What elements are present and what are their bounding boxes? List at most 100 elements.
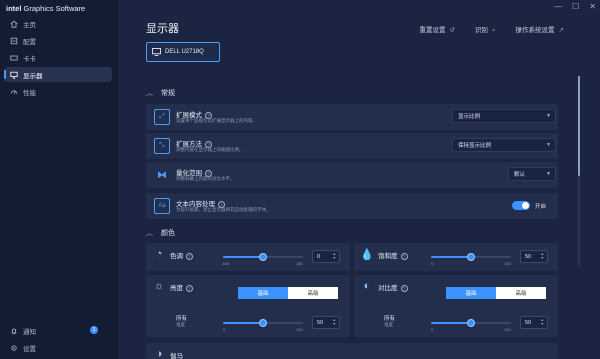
os-settings-button[interactable]: 操作系统设置 ↗ <box>516 24 564 35</box>
header-actions: 重置设置 ↺ 识别 ⌕ 操作系统设置 ↗ <box>419 24 564 35</box>
monitor-icon <box>10 71 18 79</box>
help-icon[interactable]: ? <box>400 252 408 260</box>
help-icon[interactable]: ? <box>400 284 408 292</box>
notification-badge: 1 <box>90 326 98 334</box>
hue-icon: ◔ <box>155 248 163 260</box>
app-brand: intel Graphics Software <box>6 4 85 13</box>
stepper-icon[interactable]: ▲ ▼ <box>333 252 336 260</box>
slider-min: 0 <box>223 327 226 332</box>
identify-button[interactable]: 识别 ⌕ <box>475 24 496 35</box>
saturation-icon: 💧 <box>360 248 374 261</box>
chevron-up-icon: ︿ <box>146 90 153 97</box>
bell-icon <box>11 328 17 334</box>
card-title: 对比度? <box>378 282 408 292</box>
section-color-header[interactable]: ︿ 颜色 <box>146 228 175 238</box>
sidebar-item-profile[interactable]: 配置 <box>4 33 112 48</box>
contrast-mode-segment: 基础 高级 <box>446 287 546 299</box>
performance-icon <box>10 89 18 94</box>
select-value: 保持显示比例 <box>458 143 492 149</box>
slider-fill <box>431 322 471 324</box>
contrast-value-input[interactable]: 50 ▲ ▼ <box>520 316 548 329</box>
card-title: 伽马 <box>170 353 183 359</box>
slider-thumb[interactable] <box>259 319 267 327</box>
slider-max: 100 <box>504 327 511 332</box>
input-value: 50 <box>525 319 532 326</box>
brightness-slider[interactable] <box>223 319 303 327</box>
sidebar-item-label: 通知 <box>23 328 36 336</box>
contrast-basic-tab[interactable]: 基础 <box>446 287 496 299</box>
brightness-value-input[interactable]: 50 ▲ ▼ <box>312 316 340 329</box>
contrast-icon: ◐ <box>363 280 371 292</box>
toggle-state: 开启 <box>534 203 546 210</box>
gear-icon <box>11 344 17 351</box>
scale-mode-select[interactable]: 显示比例 ▼ <box>452 109 556 123</box>
sidebar-item-settings[interactable]: 设置 <box>4 340 112 355</box>
scale-method-icon: ⤡ <box>154 138 170 154</box>
help-icon[interactable]: ? <box>186 252 193 260</box>
brand-name: Graphics Software <box>21 4 86 13</box>
contrast-slider[interactable] <box>431 319 511 327</box>
slider-thumb[interactable] <box>467 319 475 327</box>
hue-value-input[interactable]: 0 ▲ ▼ <box>312 250 340 263</box>
contrast-advanced-tab[interactable]: 高级 <box>496 287 546 299</box>
help-icon[interactable]: ? <box>186 284 193 292</box>
brightness-advanced-tab[interactable]: 高级 <box>288 287 338 299</box>
sidebar-item-notifications[interactable]: 通知 1 <box>4 323 112 338</box>
identify-label: 识别 <box>474 27 488 34</box>
stepper-icon[interactable]: ▲ ▼ <box>541 318 544 326</box>
monitor-select-tile[interactable]: DELL U2718Q <box>146 42 220 62</box>
setting-row-scale-mode: ⤢ 扩展模式? 设置将个监视可以扩展显示器上的内容。 显示比例 ▼ <box>146 104 558 130</box>
main-panel: — ☐ ✕ 显示器 重置设置 ↺ 识别 ⌕ 操作系统设置 ↗ DELL U2718Q … <box>118 0 600 359</box>
setting-row-text-processing: Aa 文本内容处理? 为提升质量，禁止显示器将其自动处理的字体。 开启 <box>146 193 558 219</box>
sidebar-item-card[interactable]: 卡卡 <box>4 50 112 65</box>
text-processing-toggle-wrap: 开启 <box>511 201 546 210</box>
slider-min: -180 <box>221 261 230 266</box>
scale-mode-icon: ⤢ <box>154 109 170 125</box>
card-title-text: 亮度 <box>170 285 183 292</box>
sidebar-item-label: 设置 <box>23 345 36 353</box>
sidebar-item-home[interactable]: 主页 <box>4 16 112 31</box>
sidebar: intel Graphics Software 主页 配置 卡卡 显示器 性能 … <box>0 0 118 359</box>
scale-method-select[interactable]: 保持显示比例 ▼ <box>452 138 556 152</box>
brightness-basic-tab[interactable]: 基础 <box>238 287 288 299</box>
sidebar-item-performance[interactable]: 性能 <box>4 84 112 99</box>
section-general-header[interactable]: ︿ 常规 <box>146 88 175 98</box>
quantization-select[interactable]: 默认 ▼ <box>508 167 556 181</box>
gamma-card: ◑ 伽马 <box>146 343 558 359</box>
saturation-slider[interactable] <box>431 253 511 261</box>
window-controls: — ☐ ✕ <box>554 2 596 11</box>
setting-desc: 调整屏幕上内容的对比水平。 <box>176 176 235 181</box>
channel-label: 所有 <box>384 316 396 322</box>
stepper-icon[interactable]: ▲ ▼ <box>333 318 336 326</box>
reset-settings-button[interactable]: 重置设置 ↺ <box>419 24 454 35</box>
brightness-card: ☼ 亮度? 基础 高级 所有 强度 0 100 50 ▲ ▼ <box>146 275 350 337</box>
slider-max: 180 <box>296 261 303 266</box>
input-value: 0 <box>317 253 321 260</box>
scrollbar-thumb[interactable] <box>578 76 580 176</box>
card-title: 色调? <box>170 250 193 260</box>
gamma-icon: ◑ <box>155 348 163 359</box>
close-button[interactable]: ✕ <box>589 2 596 11</box>
slider-min: 0 <box>431 327 434 332</box>
reset-icon: ↺ <box>449 27 455 34</box>
select-value: 默认 <box>514 172 526 178</box>
maximize-button[interactable]: ☐ <box>572 2 579 11</box>
sidebar-item-display[interactable]: 显示器 <box>4 67 112 82</box>
profile-icon <box>10 37 18 44</box>
minimize-button[interactable]: — <box>554 2 562 11</box>
hue-slider[interactable] <box>223 253 303 261</box>
brightness-icon: ☼ <box>153 280 165 292</box>
stepper-icon[interactable]: ▲ ▼ <box>541 252 544 260</box>
slider-fill <box>223 256 263 258</box>
setting-desc: 设置将个监视可以扩展显示器上的内容。 <box>176 118 257 123</box>
external-link-icon: ↗ <box>558 27 564 34</box>
setting-desc: 调整内容在显示器上的缩放比例。 <box>176 147 244 152</box>
slider-thumb[interactable] <box>259 253 267 261</box>
hue-card: ◔ 色调? -180 180 0 ▲ ▼ <box>146 243 350 271</box>
text-processing-toggle[interactable] <box>511 201 530 210</box>
scrollbar[interactable] <box>578 76 580 266</box>
saturation-value-input[interactable]: 50 ▲ ▼ <box>520 250 548 263</box>
slider-thumb[interactable] <box>467 253 475 261</box>
sidebar-item-label: 显示器 <box>23 72 43 80</box>
brand-intel: intel <box>6 4 22 13</box>
